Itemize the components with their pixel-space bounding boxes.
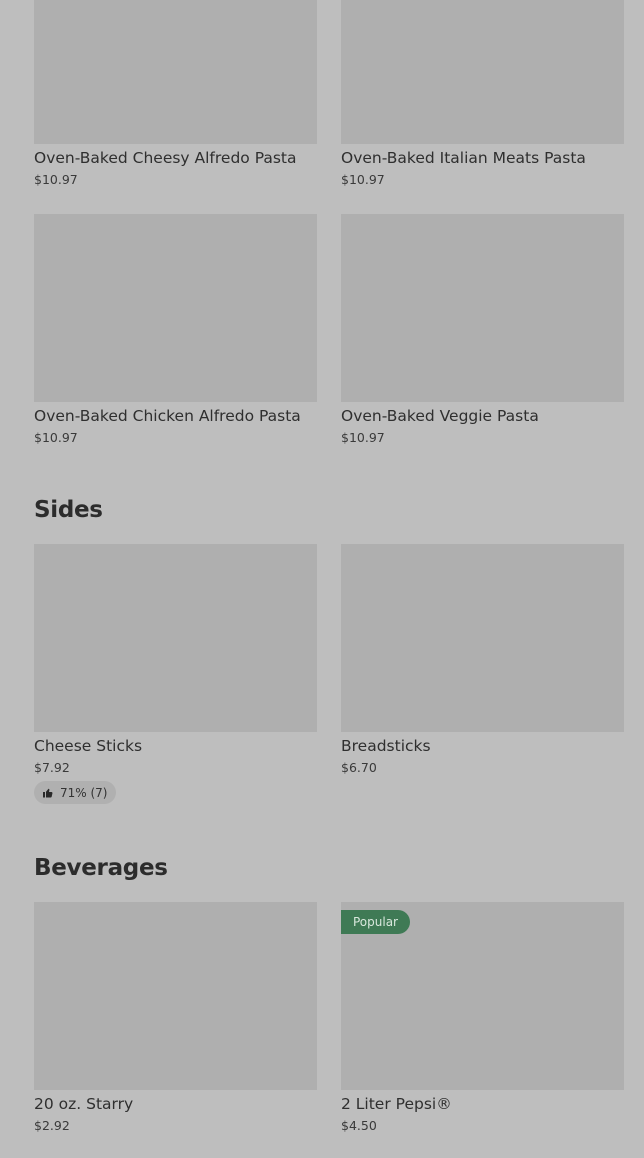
item-image[interactable]	[341, 544, 624, 732]
menu-item-card[interactable]: Oven-Baked Cheesy Alfredo Pasta $10.97	[34, 0, 317, 187]
item-name: 20 oz. Starry	[34, 1095, 134, 1113]
rating-badge: 71% (7)	[34, 781, 117, 804]
item-price: $7.92	[34, 760, 70, 775]
item-image[interactable]: Popular	[341, 902, 624, 1090]
menu-item-card[interactable]: Popular 2 Liter Pepsi® $4.50	[341, 902, 624, 1133]
item-image[interactable]	[34, 902, 317, 1090]
menu-item-card[interactable]: Cheese Sticks $7.92 71% (7)	[34, 544, 317, 804]
item-price: $10.97	[34, 430, 78, 445]
item-price: $4.50	[341, 1118, 377, 1133]
item-name: Oven-Baked Cheesy Alfredo Pasta	[34, 149, 297, 167]
item-image[interactable]	[341, 0, 624, 144]
item-name: Oven-Baked Chicken Alfredo Pasta	[34, 407, 301, 425]
item-name: Oven-Baked Veggie Pasta	[341, 407, 539, 425]
menu-item-card[interactable]: Oven-Baked Chicken Alfredo Pasta $10.97	[34, 214, 317, 445]
item-image[interactable]	[34, 544, 317, 732]
section-title-sides: Sides	[34, 497, 103, 523]
menu-item-card[interactable]: Oven-Baked Veggie Pasta $10.97	[341, 214, 624, 445]
item-name: Oven-Baked Italian Meats Pasta	[341, 149, 586, 167]
item-image[interactable]	[341, 214, 624, 402]
menu-page: Oven-Baked Cheesy Alfredo Pasta $10.97 O…	[0, 0, 644, 1158]
item-price: $6.70	[341, 760, 377, 775]
item-price: $10.97	[341, 430, 385, 445]
item-image[interactable]	[34, 214, 317, 402]
item-name: Breadsticks	[341, 737, 431, 755]
rating-text: 71% (7)	[60, 785, 108, 800]
item-price: $10.97	[34, 172, 78, 187]
menu-item-card[interactable]: Breadsticks $6.70	[341, 544, 624, 775]
item-price: $2.92	[34, 1118, 70, 1133]
item-name: Cheese Sticks	[34, 737, 143, 755]
menu-item-card[interactable]: Oven-Baked Italian Meats Pasta $10.97	[341, 0, 624, 187]
item-price: $10.97	[341, 172, 385, 187]
section-title-beverages: Beverages	[34, 855, 168, 881]
thumbs-up-icon	[43, 788, 53, 797]
menu-item-card[interactable]: 20 oz. Starry $2.92	[34, 902, 317, 1133]
popular-badge: Popular	[341, 910, 410, 934]
item-name: 2 Liter Pepsi®	[341, 1095, 452, 1113]
item-image[interactable]	[34, 0, 317, 144]
